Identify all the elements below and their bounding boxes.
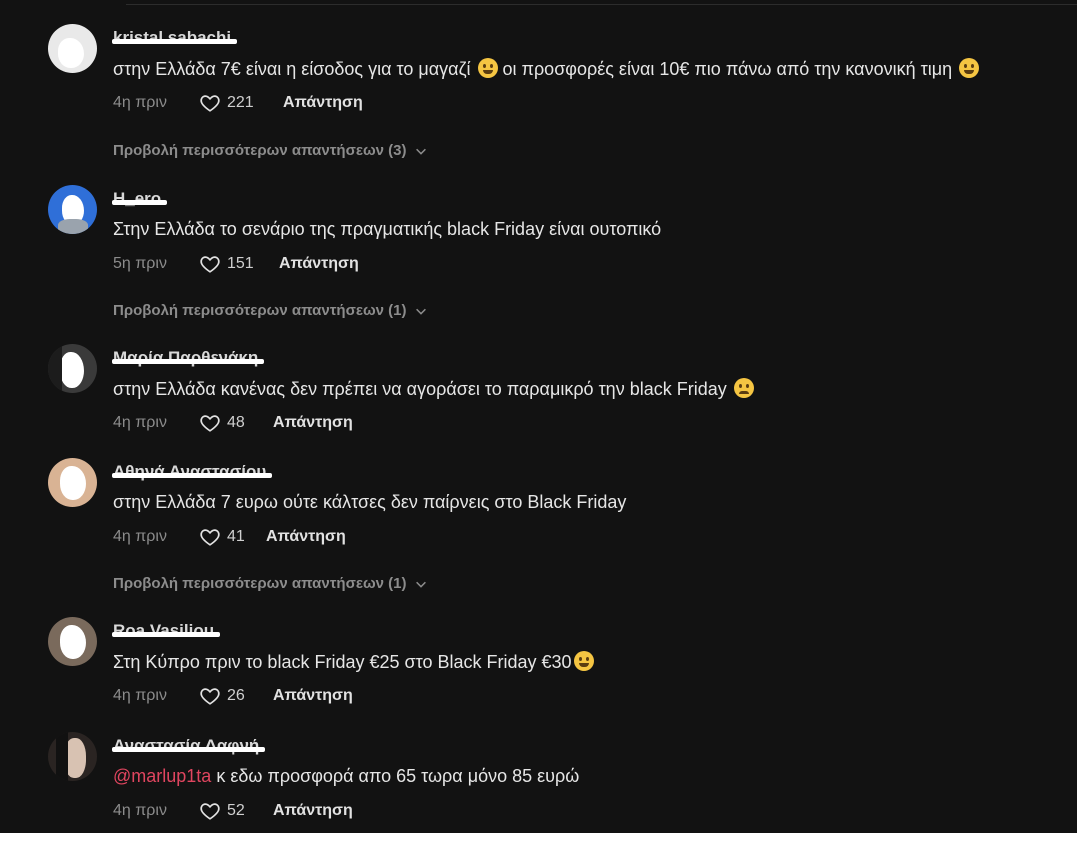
chevron-down-icon — [416, 581, 427, 588]
sad-emoji-icon — [733, 378, 754, 398]
comment-text: στην Ελλάδα 7€ είναι η είσοδος για το μα… — [113, 58, 980, 80]
heart-outline-icon — [200, 415, 220, 432]
comment-time: 4η πριν — [113, 414, 167, 431]
comment-username[interactable]: Αναστασία Δαφνή — [112, 736, 266, 758]
reply-button[interactable]: Απάντηση — [266, 528, 346, 546]
comment-meta: 4η πριν 52 Απάντηση — [113, 800, 353, 822]
chevron-down-icon — [416, 148, 427, 155]
comment-text: @marlup1ta κ εδω προσφορά απο 65 τωρα μό… — [113, 766, 580, 786]
heart-outline-icon — [200, 95, 220, 112]
comment-username[interactable]: H_ero — [112, 189, 168, 211]
like-button[interactable]: 151 — [199, 253, 279, 275]
grinning-emoji-icon — [477, 58, 498, 78]
like-button[interactable]: 52 — [199, 800, 273, 822]
comment-time: 4η πριν — [113, 687, 167, 704]
view-more-replies[interactable]: Προβολή περισσότερων απαντήσεων (3) — [113, 142, 428, 159]
avatar[interactable] — [48, 732, 97, 781]
redaction-mark — [112, 747, 266, 752]
comment-meta: 4η πριν 48 Απάντηση — [113, 412, 353, 434]
like-button[interactable]: 48 — [199, 412, 273, 434]
like-count: 52 — [227, 802, 245, 819]
comment-username[interactable]: Αθηνά Αναστασίου — [112, 462, 273, 484]
like-button[interactable]: 221 — [199, 92, 283, 114]
like-button[interactable]: 41 — [199, 526, 266, 548]
avatar[interactable] — [48, 458, 97, 507]
redaction-mark — [112, 39, 238, 44]
reply-button[interactable]: Απάντηση — [273, 414, 353, 432]
comment-username[interactable]: kristal sabachi — [112, 28, 238, 50]
view-more-replies[interactable]: Προβολή περισσότερων απαντήσεων (1) — [113, 302, 428, 319]
comment-text: Στην Ελλάδα το σενάριο της πραγματικής b… — [113, 219, 662, 239]
comment-time: 5η πριν — [113, 255, 167, 272]
avatar[interactable] — [48, 617, 97, 666]
divider — [126, 4, 1077, 5]
chevron-down-icon — [416, 308, 427, 315]
reply-button[interactable]: Απάντηση — [273, 802, 353, 820]
mention-link[interactable]: @marlup1ta — [113, 766, 211, 786]
comment-text: στην Ελλάδα κανένας δεν πρέπει να αγοράσ… — [113, 378, 754, 400]
like-count: 151 — [227, 255, 254, 272]
comment-time: 4η πριν — [113, 528, 167, 545]
redaction-mark — [112, 632, 221, 637]
heart-outline-icon — [200, 256, 220, 273]
page-margin — [0, 833, 1077, 849]
redaction-mark — [112, 473, 273, 478]
redaction-mark — [112, 359, 265, 364]
like-count: 48 — [227, 414, 245, 431]
comment-text: στην Ελλάδα 7 ευρω ούτε κάλτσες δεν παίρ… — [113, 492, 627, 512]
heart-outline-icon — [200, 803, 220, 820]
comment-meta: 4η πριν 41 Απάντηση — [113, 526, 346, 548]
comment-time: 4η πριν — [113, 802, 167, 819]
comment-meta: 4η πριν 221 Απάντηση — [113, 92, 363, 114]
avatar[interactable] — [48, 24, 97, 73]
heart-outline-icon — [200, 688, 220, 705]
like-button[interactable]: 26 — [199, 685, 273, 707]
redaction-mark — [112, 200, 168, 205]
view-more-replies[interactable]: Προβολή περισσότερων απαντήσεων (1) — [113, 575, 428, 592]
comment-time: 4η πριν — [113, 94, 167, 111]
comment-meta: 5η πριν 151 Απάντηση — [113, 253, 359, 275]
reply-button[interactable]: Απάντηση — [279, 255, 359, 273]
heart-outline-icon — [200, 529, 220, 546]
like-count: 41 — [227, 528, 245, 545]
comments-panel: kristal sabachi στην Ελλάδα 7€ είναι η ε… — [0, 0, 1077, 833]
comment-username[interactable]: Μαρία Παρθενάκη — [112, 348, 265, 370]
comment-meta: 4η πριν 26 Απάντηση — [113, 685, 353, 707]
like-count: 26 — [227, 687, 245, 704]
avatar[interactable] — [48, 344, 97, 393]
comment-text: Στη Κύπρο πριν το black Friday €25 στο B… — [113, 651, 594, 673]
reply-button[interactable]: Απάντηση — [273, 687, 353, 705]
like-count: 221 — [227, 94, 254, 111]
laughing-tears-emoji-icon — [573, 651, 594, 671]
comment-username[interactable]: Roa Vasiliou — [112, 621, 221, 643]
avatar[interactable] — [48, 185, 97, 234]
winking-emoji-icon — [959, 58, 980, 78]
reply-button[interactable]: Απάντηση — [283, 94, 363, 112]
